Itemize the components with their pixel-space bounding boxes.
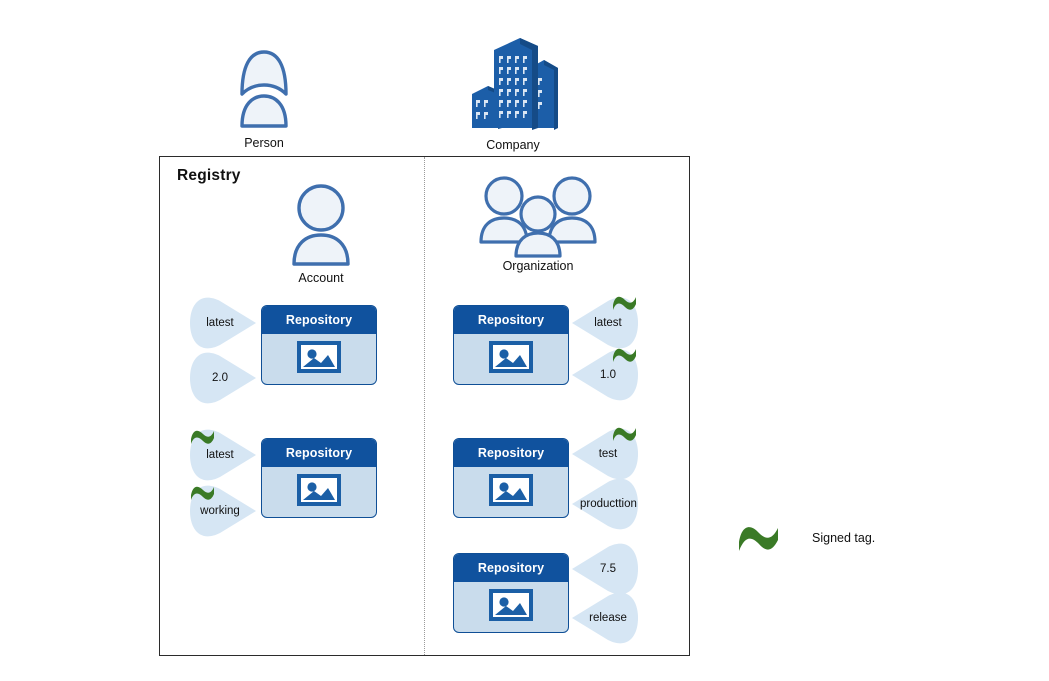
repository-body [454,467,568,517]
signed-tag-squiggle-icon [737,521,781,553]
account-user-icon [288,182,354,266]
image-icon [297,473,341,511]
repository-header: Repository [454,554,568,582]
account-repository-2[interactable]: Repository [261,438,377,518]
person-icon [228,42,300,134]
repository-body [262,334,376,384]
signed-tag-squiggle-icon [190,483,216,501]
signed-tag-squiggle-icon [190,427,216,445]
image-icon [297,340,341,378]
organization-repository-3[interactable]: Repository [453,553,569,633]
registry-title: Registry [177,167,241,184]
image-icon [489,473,533,511]
tag-producttion[interactable]: producttion [572,474,662,534]
tag-1-0-signed[interactable]: 1.0 [572,345,638,405]
image-icon [489,340,533,378]
organization-label: Organization [502,259,574,273]
tag-latest[interactable]: latest [190,293,256,353]
repository-body [262,467,376,517]
signed-tag-squiggle-icon [612,345,638,363]
diagram-canvas: Person Company Registry Account Organiza… [0,0,1049,681]
tag-working-signed[interactable]: working [190,481,256,541]
signed-tag-squiggle-icon [612,424,638,442]
organization-repository-1[interactable]: Repository [453,305,569,385]
tag-release[interactable]: release [572,588,638,648]
signed-tag-squiggle-icon [612,293,638,311]
tag-latest-signed[interactable]: latest [572,293,638,353]
organization-users-icon [472,174,604,258]
account-label: Account [298,271,344,285]
repository-header: Repository [454,306,568,334]
organization-repository-2[interactable]: Repository [453,438,569,518]
person-label: Person [244,136,284,150]
tag-label: release [589,612,627,624]
company-label: Company [486,138,540,152]
legend-label: Signed tag. [812,531,876,545]
repository-header: Repository [262,439,376,467]
repository-body [454,582,568,632]
repository-header: Repository [262,306,376,334]
tag-2-0[interactable]: 2.0 [190,348,256,408]
repository-body [454,334,568,384]
tag-label: 2.0 [212,372,228,384]
repository-header: Repository [454,439,568,467]
account-repository-1[interactable]: Repository [261,305,377,385]
registry-divider [424,157,425,655]
tag-latest-signed[interactable]: latest [190,425,256,485]
image-icon [489,588,533,626]
company-building-icon [468,32,562,136]
tag-label: producttion [580,498,637,510]
tag-label: latest [206,317,234,329]
